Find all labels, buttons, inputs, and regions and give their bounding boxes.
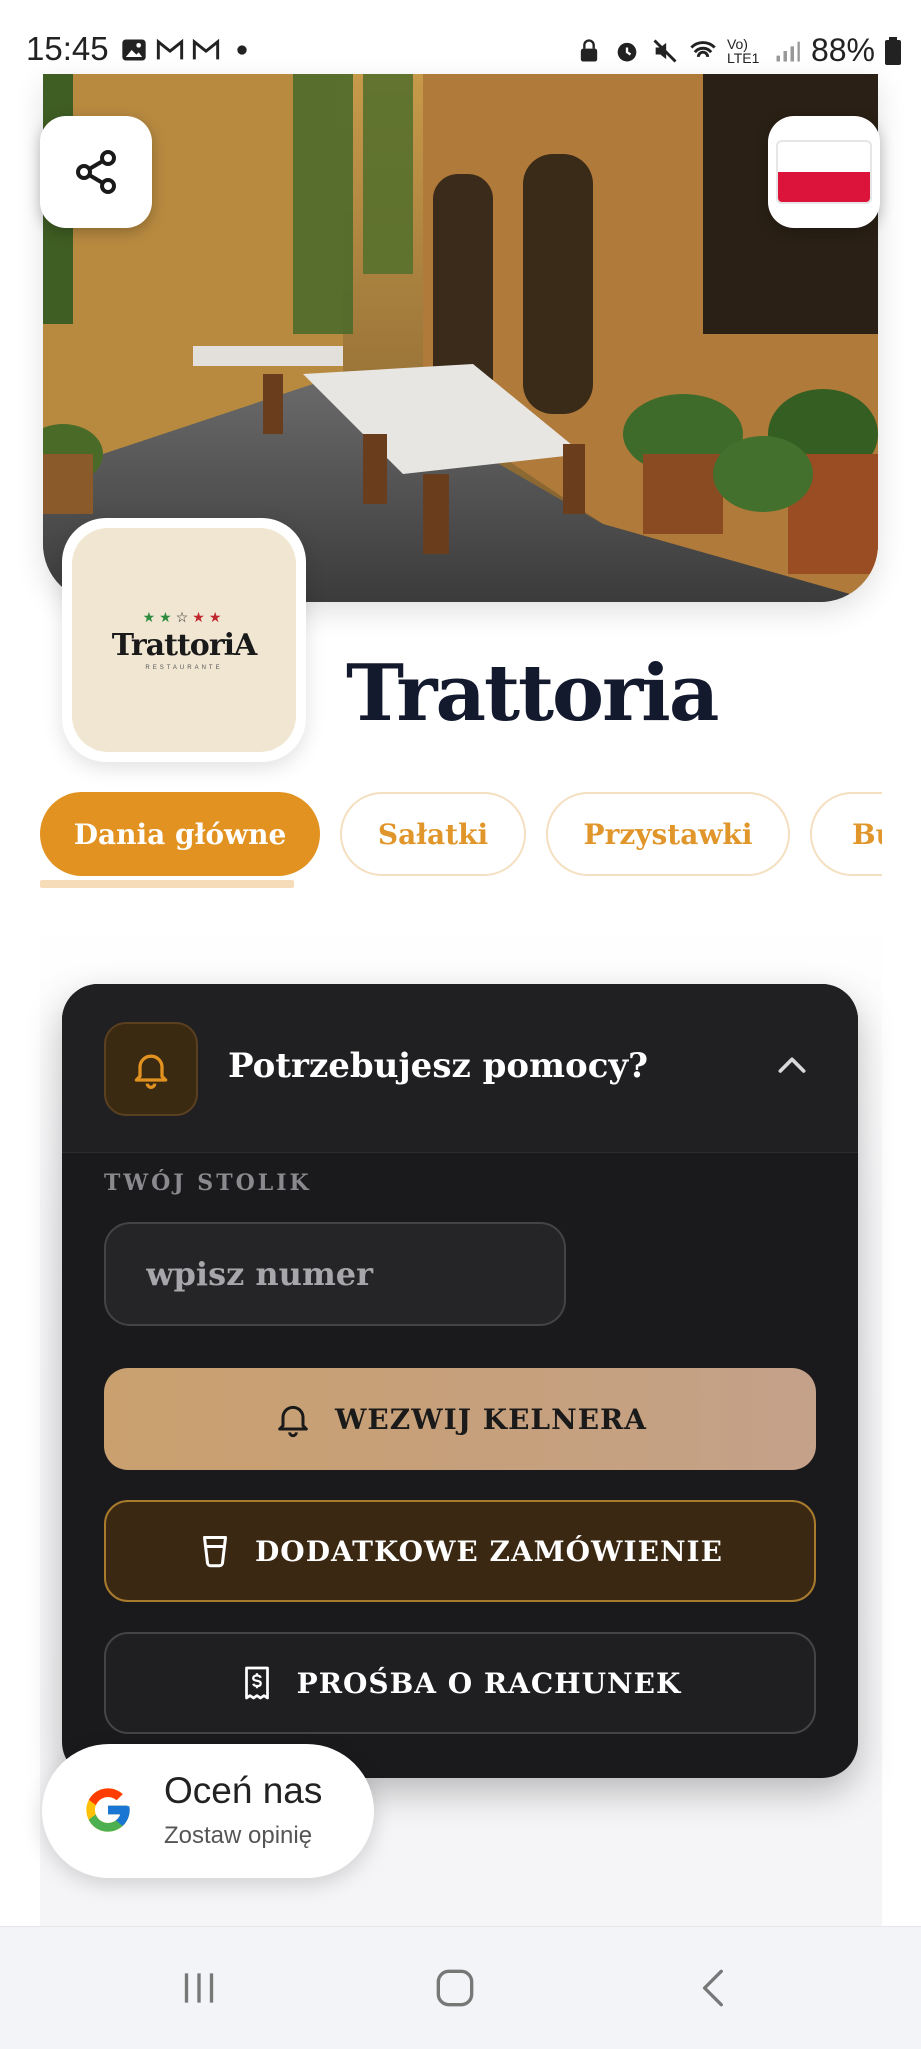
help-header[interactable]: Potrzebujesz pomocy?	[62, 984, 858, 1153]
gallery-icon	[122, 39, 146, 61]
network-label: Vo) LTE1	[726, 35, 760, 66]
tab-partial[interactable]: Bu	[810, 792, 882, 876]
call-waiter-button[interactable]: WEZWIJ KELNERA	[104, 1368, 816, 1470]
glass-icon	[203, 1536, 228, 1568]
logo-subtitle: RESTAURANTE	[145, 664, 223, 671]
battery-icon	[885, 36, 901, 65]
recents-icon[interactable]	[174, 1963, 224, 2013]
request-bill-button[interactable]: PROŚBA O RACHUNEK	[104, 1632, 816, 1734]
category-tabs: Dania główne Sałatki Przystawki Bu	[40, 792, 882, 882]
home-icon[interactable]	[430, 1963, 480, 2013]
status-bar: 15:45 Vo) LTE1 88%	[0, 0, 921, 78]
lock-icon	[580, 38, 598, 61]
table-label: TWÓJ STOLIK	[104, 1170, 312, 1196]
extra-order-button[interactable]: DODATKOWE ZAMÓWIENIE	[104, 1500, 816, 1602]
call-waiter-label: WEZWIJ KELNERA	[334, 1402, 648, 1436]
system-navigation-bar	[0, 1926, 921, 2049]
receipt-icon	[244, 1666, 269, 1700]
share-button[interactable]	[40, 116, 152, 228]
bell-badge	[104, 1022, 198, 1116]
status-time: 15:45	[26, 30, 109, 67]
alarm-icon	[617, 42, 637, 61]
tab-przystawki[interactable]: Przystawki	[546, 792, 790, 876]
wifi-icon	[690, 40, 716, 57]
notification-icons	[120, 36, 256, 64]
help-title: Potrzebujesz pomocy?	[228, 1046, 649, 1086]
gmail-icon	[192, 38, 220, 60]
active-tab-indicator	[40, 880, 294, 888]
restaurant-logo: ★★☆★★ TrattoriA RESTAURANTE	[62, 518, 306, 762]
rate-us-button[interactable]: Oceń nas Zostaw opinię	[42, 1744, 374, 1878]
rate-us-title: Oceń nas	[164, 1770, 323, 1811]
language-button[interactable]	[768, 116, 880, 228]
signal-icon	[776, 41, 800, 61]
share-icon	[76, 150, 116, 194]
dot-icon	[237, 45, 247, 55]
logo-wordmark: TrattoriA	[111, 627, 258, 663]
tab-salatki[interactable]: Sałatki	[340, 792, 526, 876]
rate-us-subtitle: Zostaw opinię	[164, 1822, 313, 1849]
mute-icon	[653, 38, 677, 63]
system-icons: Vo) LTE1 88%	[575, 32, 901, 69]
tab-dania-glowne[interactable]: Dania główne	[40, 792, 320, 876]
request-bill-label: PROŚBA O RACHUNEK	[296, 1666, 682, 1700]
bell-icon	[278, 1405, 308, 1438]
bell-icon	[134, 1054, 168, 1089]
battery-percent: 88%	[810, 32, 875, 68]
gmail-icon	[156, 38, 184, 60]
poland-flag-icon	[776, 140, 872, 204]
google-icon	[86, 1788, 130, 1832]
logo-stars: ★★☆★★	[142, 609, 226, 626]
back-icon[interactable]	[690, 1963, 740, 2013]
help-panel: Potrzebujesz pomocy? TWÓJ STOLIK WEZWIJ …	[62, 984, 858, 1778]
extra-order-label: DODATKOWE ZAMÓWIENIE	[255, 1534, 723, 1568]
table-number-input[interactable]	[104, 1222, 566, 1326]
chevron-up-icon[interactable]	[772, 1046, 812, 1086]
restaurant-name: Trattoria	[346, 648, 719, 739]
